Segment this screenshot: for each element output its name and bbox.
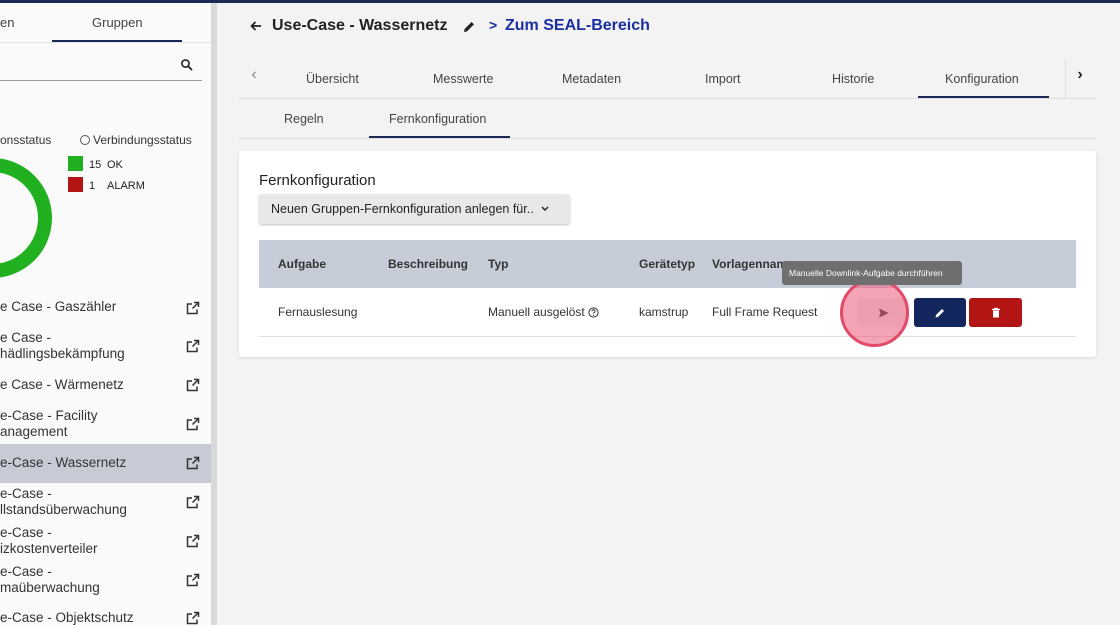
sidebar-tab-devices[interactable]: en	[0, 15, 14, 30]
sidebar-tab-groups[interactable]: Gruppen	[92, 15, 143, 30]
tab-messwerte[interactable]: Messwerte	[433, 72, 493, 86]
column-typ: Typ	[488, 257, 509, 271]
delete-button[interactable]	[969, 298, 1022, 327]
chevron-down-icon	[541, 206, 549, 211]
external-link-icon[interactable]	[186, 417, 200, 431]
cell-vorlagenname: Full Frame Request	[712, 305, 818, 319]
card-title: Fernkonfiguration	[259, 172, 376, 189]
help-icon[interactable]	[588, 307, 599, 318]
sidebar-item-wassernetz[interactable]: e-Case - Wassernetz	[0, 444, 211, 483]
page-title: Use-Case - Wassernetz	[272, 17, 448, 34]
back-arrow-icon[interactable]	[249, 19, 263, 33]
sidebar-item-gaszaehler[interactable]: e Case - Gaszähler	[0, 290, 211, 326]
tab-indicator	[918, 96, 1049, 98]
tab-historie[interactable]: Historie	[832, 72, 874, 86]
sidebar-item-waermenetz[interactable]: e Case - Wärmenetz	[0, 366, 211, 404]
main-tabbar: ‹ Übersicht Messwerte Metadaten Import H…	[239, 58, 1096, 99]
subtab-regeln[interactable]: Regeln	[284, 112, 324, 126]
column-geraetetyp: Gerätetyp	[639, 257, 696, 271]
legend-swatch-alarm	[68, 177, 83, 192]
external-link-icon[interactable]	[186, 573, 200, 587]
sidebar-item-facility-management[interactable]: e-Case - Facility anagement	[0, 404, 211, 444]
cell-typ: Manuell ausgelöst	[488, 305, 599, 319]
tab-konfiguration[interactable]: Konfiguration	[945, 72, 1019, 86]
trash-icon	[991, 307, 1000, 317]
external-link-icon[interactable]	[186, 339, 200, 353]
sidebar-item-objektschutz[interactable]: e-Case - Objektschutz	[0, 600, 211, 625]
pencil-icon	[935, 308, 944, 317]
seal-area-link[interactable]: Zum SEAL-Bereich	[505, 17, 650, 35]
external-link-icon[interactable]	[186, 456, 200, 470]
cell-aufgabe: Fernauslesung	[278, 305, 358, 319]
tab-import[interactable]: Import	[705, 72, 740, 86]
edit-button[interactable]	[914, 298, 966, 327]
sidebar-tabbar: en Gruppen	[0, 3, 211, 43]
sidebar: en Gruppen onsstatus Verbindungsstatus 1…	[0, 3, 211, 625]
external-link-icon[interactable]	[186, 611, 200, 625]
external-link-icon[interactable]	[186, 495, 200, 509]
tab-metadaten[interactable]: Metadaten	[562, 72, 621, 86]
sidebar-resize-handle[interactable]	[211, 3, 217, 625]
legend-ok: 15 OK	[68, 156, 123, 171]
status-donut-chart	[0, 158, 52, 278]
external-link-icon[interactable]	[186, 378, 200, 392]
subtab-fernkonfiguration[interactable]: Fernkonfiguration	[389, 112, 486, 126]
tab-uebersicht[interactable]: Übersicht	[306, 72, 359, 86]
tab-scroll-right-icon[interactable]: ›	[1066, 66, 1094, 90]
sub-tabbar: Regeln Fernkonfiguration	[239, 100, 1096, 139]
column-beschreibung: Beschreibung	[388, 257, 469, 271]
sidebar-item-klimaueberwachung[interactable]: e-Case - maüberwachung	[0, 561, 211, 600]
radio-icon[interactable]	[80, 135, 90, 145]
tab-scroll-left-icon[interactable]: ‹	[240, 66, 268, 90]
status-option-link[interactable]: Verbindungsstatus	[80, 133, 192, 147]
subtab-indicator	[369, 136, 510, 138]
search-input[interactable]	[0, 55, 202, 81]
chevron-right-icon: >	[489, 17, 498, 33]
status-option-connection[interactable]: onsstatus	[0, 133, 51, 147]
cell-geraetetyp: kamstrup	[639, 305, 689, 319]
click-highlight	[840, 278, 909, 347]
external-link-icon[interactable]	[186, 534, 200, 548]
sidebar-item-heizkostenverteiler[interactable]: e-Case - izkostenverteiler	[0, 522, 211, 561]
sidebar-item-schaedlingsbekaempfung[interactable]: e Case - hädlingsbekämpfung	[0, 326, 211, 366]
legend-swatch-ok	[68, 156, 83, 171]
pencil-icon[interactable]	[462, 20, 476, 34]
search-icon[interactable]	[180, 58, 194, 72]
legend-alarm: 1 ALARM	[68, 177, 145, 192]
tooltip: Manuelle Downlink-Aufgabe durchführen	[782, 261, 962, 285]
column-aufgabe: Aufgabe	[278, 257, 326, 271]
sidebar-tab-indicator	[52, 40, 182, 42]
create-config-dropdown-button[interactable]: Neuen Gruppen-Fernkonfiguration anlegen …	[259, 194, 570, 224]
sidebar-item-fuellstandsueberwachung[interactable]: e-Case - llstandsüberwachung	[0, 483, 211, 522]
table-row: Fernauslesung Manuell ausgelöst kamstrup…	[259, 288, 1076, 337]
fernkonfiguration-card: Fernkonfiguration Neuen Gruppen-Fernkonf…	[239, 151, 1096, 357]
external-link-icon[interactable]	[186, 301, 200, 315]
